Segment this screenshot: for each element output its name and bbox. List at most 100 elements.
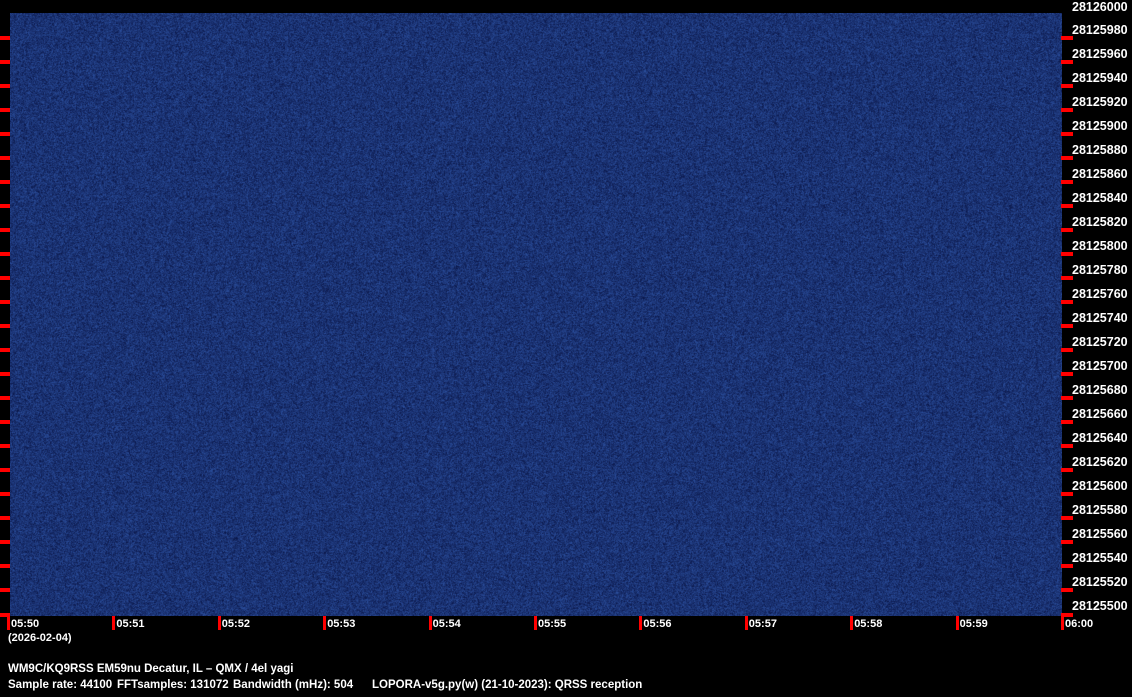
- left-freq-tick: [0, 36, 10, 40]
- left-freq-tick: [0, 468, 10, 472]
- left-freq-tick: [0, 108, 10, 112]
- right-freq-tick: [1061, 396, 1073, 400]
- left-freq-tick: [0, 132, 10, 136]
- freq-label: 28125600: [1072, 480, 1128, 493]
- freq-label: 28125500: [1072, 600, 1128, 613]
- freq-label: 28125840: [1072, 192, 1128, 205]
- freq-label: 28125980: [1072, 24, 1128, 37]
- right-freq-tick: [1061, 348, 1073, 352]
- freq-label: 28125820: [1072, 216, 1128, 229]
- freq-label: 28125960: [1072, 48, 1128, 61]
- time-label: 05:58: [854, 618, 882, 631]
- time-tick: [534, 616, 537, 630]
- right-freq-tick: [1061, 84, 1073, 88]
- right-freq-tick: [1061, 252, 1073, 256]
- left-freq-tick: [0, 588, 10, 592]
- left-freq-tick: [0, 228, 10, 232]
- left-freq-tick: [0, 84, 10, 88]
- freq-label: 28125640: [1072, 432, 1128, 445]
- freq-label: 28125660: [1072, 408, 1128, 421]
- date-label: (2026-02-04): [8, 632, 72, 644]
- left-freq-tick: [0, 156, 10, 160]
- time-tick: [218, 616, 221, 630]
- left-freq-tick: [0, 396, 10, 400]
- freq-label: 28125560: [1072, 528, 1128, 541]
- freq-label: 28125700: [1072, 360, 1128, 373]
- freq-label: 28125720: [1072, 336, 1128, 349]
- right-freq-tick: [1061, 372, 1073, 376]
- freq-label: 28125580: [1072, 504, 1128, 517]
- left-freq-tick: [0, 324, 10, 328]
- time-tick: [956, 616, 959, 630]
- capture-settings-part: Bandwidth (mHz): 504: [233, 679, 353, 691]
- right-freq-tick: [1061, 420, 1073, 424]
- left-freq-tick: [0, 180, 10, 184]
- freq-label: 28125620: [1072, 456, 1128, 469]
- right-freq-tick: [1061, 492, 1073, 496]
- right-freq-tick: [1061, 36, 1073, 40]
- time-tick: [429, 616, 432, 630]
- time-tick: [7, 616, 10, 630]
- freq-label: 28125880: [1072, 144, 1128, 157]
- time-label: 05:55: [538, 618, 566, 631]
- left-freq-tick: [0, 348, 10, 352]
- right-freq-tick: [1061, 444, 1073, 448]
- right-freq-tick: [1061, 468, 1073, 472]
- time-label: 05:59: [960, 618, 988, 631]
- right-freq-tick: [1061, 156, 1073, 160]
- right-freq-tick: [1061, 564, 1073, 568]
- time-label: 05:57: [749, 618, 777, 631]
- right-freq-tick: [1061, 228, 1073, 232]
- left-freq-tick: [0, 300, 10, 304]
- left-freq-tick: [0, 444, 10, 448]
- freq-label: 28125780: [1072, 264, 1128, 277]
- freq-label: 28125680: [1072, 384, 1128, 397]
- left-freq-tick: [0, 516, 10, 520]
- left-freq-tick: [0, 564, 10, 568]
- right-freq-tick: [1061, 180, 1073, 184]
- freq-label: 28125900: [1072, 120, 1128, 133]
- left-freq-tick: [0, 60, 10, 64]
- freq-label: 28125860: [1072, 168, 1128, 181]
- capture-settings-part: Sample rate: 44100: [8, 679, 112, 691]
- qrss-grabber-screen: (2026-02-04) WM9C/KQ9RSS EM59nu Decatur,…: [0, 0, 1132, 697]
- freq-label: 28125740: [1072, 312, 1128, 325]
- right-freq-tick: [1061, 204, 1073, 208]
- left-freq-tick: [0, 252, 10, 256]
- right-freq-tick: [1061, 588, 1073, 592]
- capture-settings-part: FFTsamples: 131072: [117, 679, 229, 691]
- right-freq-tick: [1061, 60, 1073, 64]
- time-tick: [745, 616, 748, 630]
- spectrogram-canvas: [10, 13, 1062, 616]
- freq-label: 28125920: [1072, 96, 1128, 109]
- freq-label: 28125520: [1072, 576, 1128, 589]
- left-freq-tick: [0, 276, 10, 280]
- right-freq-tick: [1061, 300, 1073, 304]
- freq-label: 28125800: [1072, 240, 1128, 253]
- freq-label: 28125940: [1072, 72, 1128, 85]
- time-label: 05:56: [643, 618, 671, 631]
- time-label: 05:52: [222, 618, 250, 631]
- time-tick: [850, 616, 853, 630]
- left-freq-tick: [0, 204, 10, 208]
- time-tick: [112, 616, 115, 630]
- right-freq-tick: [1061, 108, 1073, 112]
- time-tick: [639, 616, 642, 630]
- time-label: 05:51: [116, 618, 144, 631]
- freq-label: 28125760: [1072, 288, 1128, 301]
- left-freq-tick: [0, 540, 10, 544]
- capture-settings-part: LOPORA-v5g.py(w) (21-10-2023): QRSS rece…: [372, 679, 642, 691]
- freq-label: 28125540: [1072, 552, 1128, 565]
- time-label: 05:50: [11, 618, 39, 631]
- time-tick: [1061, 616, 1064, 630]
- right-freq-tick: [1061, 324, 1073, 328]
- time-label: 05:54: [433, 618, 461, 631]
- right-freq-tick: [1061, 540, 1073, 544]
- time-label: 06:00: [1065, 618, 1093, 631]
- time-label: 05:53: [327, 618, 355, 631]
- right-freq-tick: [1061, 516, 1073, 520]
- left-freq-tick: [0, 372, 10, 376]
- freq-label: 28126000: [1072, 1, 1128, 14]
- right-freq-tick: [1061, 276, 1073, 280]
- right-freq-tick: [1061, 132, 1073, 136]
